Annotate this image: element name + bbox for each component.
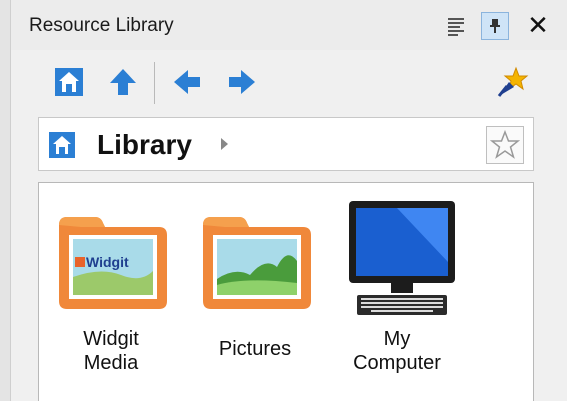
library-item-my-computer[interactable]: My Computer [337,197,457,375]
arrow-left-icon [174,70,200,94]
svg-text:Widgit: Widgit [86,254,129,270]
close-icon: ✕ [527,10,549,40]
breadcrumb: Library [38,117,534,171]
breadcrumb-current[interactable]: Library [97,129,192,161]
home-icon [55,68,83,96]
arrow-up-icon [110,69,136,95]
close-button[interactable]: ✕ [524,12,552,40]
pin-icon [490,19,500,33]
star-outline-icon [489,129,521,159]
add-favorite-button[interactable] [486,126,524,164]
panel-left-edge [0,0,11,401]
folder-pictures-icon [195,197,315,317]
forward-button[interactable] [226,66,258,98]
folder-widgit-icon: Widgit [51,197,171,317]
pin-star-icon [497,66,529,97]
library-item-label: Widgit Media [83,328,139,374]
panel-title: Resource Library [29,15,174,36]
library-item-widgit-media[interactable]: Widgit Widgit Media [51,197,171,375]
favorites-button[interactable] [495,66,529,98]
resource-library-panel: Resource Library ✕ Library Widgit Widgit… [0,0,567,401]
library-item-pictures[interactable]: Pictures [195,197,315,361]
home-icon [49,132,75,158]
breadcrumb-chevron-icon[interactable] [221,138,228,150]
panel-titlebar: Resource Library ✕ [11,0,567,50]
breadcrumb-home-button[interactable] [48,131,76,159]
navigation-toolbar [11,50,567,112]
toolbar-separator [154,62,155,104]
home-button[interactable] [53,66,85,98]
list-lines-icon[interactable] [446,15,468,37]
back-button[interactable] [171,66,203,98]
library-item-label: My Computer [353,328,441,374]
library-item-label: Pictures [218,338,292,360]
arrow-right-icon [229,70,255,94]
library-content: Widgit Widgit Media Pictures My Computer [38,182,534,401]
up-button[interactable] [107,66,139,98]
pin-button[interactable] [481,12,509,40]
computer-icon [337,197,457,317]
